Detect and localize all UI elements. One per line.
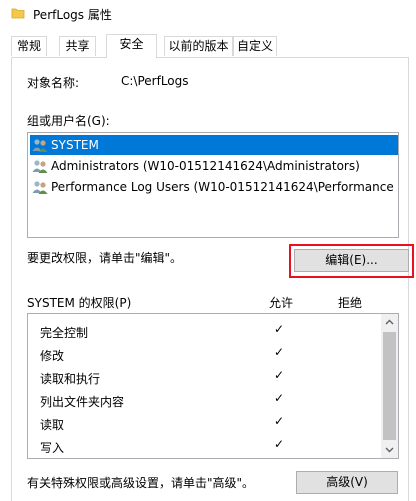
folder-icon [11,8,25,19]
list-item-performance-log-users[interactable]: Performance Log Users (W10-01512141624\P… [30,177,398,197]
permission-row: 写入 ✓ [28,435,380,458]
checkmark-icon: ✓ [274,368,285,382]
checkmark-icon: ✓ [274,322,285,336]
tab-sharing[interactable]: 共享 [59,36,96,56]
permission-row: 列出文件夹内容 ✓ [28,389,380,412]
window-title: PerfLogs 属性 [33,8,112,22]
permission-name: 读取和执行 [40,372,101,386]
object-name-label: 对象名称: [27,76,80,90]
tab-general[interactable]: 常规 [11,36,47,56]
tab-security[interactable]: 安全 [106,34,157,58]
permissions-label: SYSTEM 的权限(P) [27,296,132,310]
permission-name: 列出文件夹内容 [40,395,125,409]
deny-column-header: 拒绝 [338,296,363,310]
permissions-list: 完全控制 ✓ 修改 ✓ 读取和执行 ✓ 列出文件夹内容 ✓ 读取 ✓ 写入 ✓ [27,313,399,459]
user-group-icon [32,181,48,194]
tab-customize[interactable]: 自定义 [233,36,277,56]
checkmark-icon: ✓ [274,437,285,451]
permission-name: 读取 [40,418,65,432]
advanced-button[interactable]: 高级(V) [296,471,398,494]
list-item-system[interactable]: SYSTEM [30,135,398,155]
permission-name: 完全控制 [40,326,89,340]
permission-row: 读取 ✓ [28,412,380,435]
list-item-label: Performance Log Users (W10-01512141624\P… [51,180,398,194]
permission-row: 读取和执行 ✓ [28,366,380,389]
change-permissions-text: 要更改权限，请单击"编辑"。 [27,251,183,265]
permission-name: 写入 [40,441,65,455]
scroll-down-icon[interactable] [381,441,398,458]
scroll-up-icon[interactable] [381,314,398,331]
list-item-label: SYSTEM [51,138,99,152]
groups-label: 组或用户名(G): [27,114,110,128]
checkmark-icon: ✓ [274,414,285,428]
edit-button[interactable]: 编辑(E)... [294,249,409,272]
checkmark-icon: ✓ [274,391,285,405]
tab-previous-versions[interactable]: 以前的版本 [164,36,233,56]
title-bar: PerfLogs 属性 [0,0,416,28]
user-group-icon [32,160,48,173]
allow-column-header: 允许 [269,296,294,310]
groups-listbox[interactable]: SYSTEM Administrators (W10-01512141624\A… [27,132,399,238]
tab-strip: 常规 共享 安全 以前的版本 自定义 [11,34,409,58]
permissions-scrollbar[interactable] [381,314,398,458]
permission-row: 完全控制 ✓ [28,320,380,343]
advanced-text: 有关特殊权限或高级设置，请单击"高级"。 [27,476,255,490]
object-name-value: C:\PerfLogs [121,74,189,88]
permission-row: 修改 ✓ [28,343,380,366]
scrollbar-thumb[interactable] [383,332,396,440]
list-item-label: Administrators (W10-01512141624\Administ… [51,159,360,173]
permission-name: 修改 [40,349,65,363]
list-item-administrators[interactable]: Administrators (W10-01512141624\Administ… [30,156,398,176]
user-group-icon [32,139,48,152]
checkmark-icon: ✓ [274,345,285,359]
